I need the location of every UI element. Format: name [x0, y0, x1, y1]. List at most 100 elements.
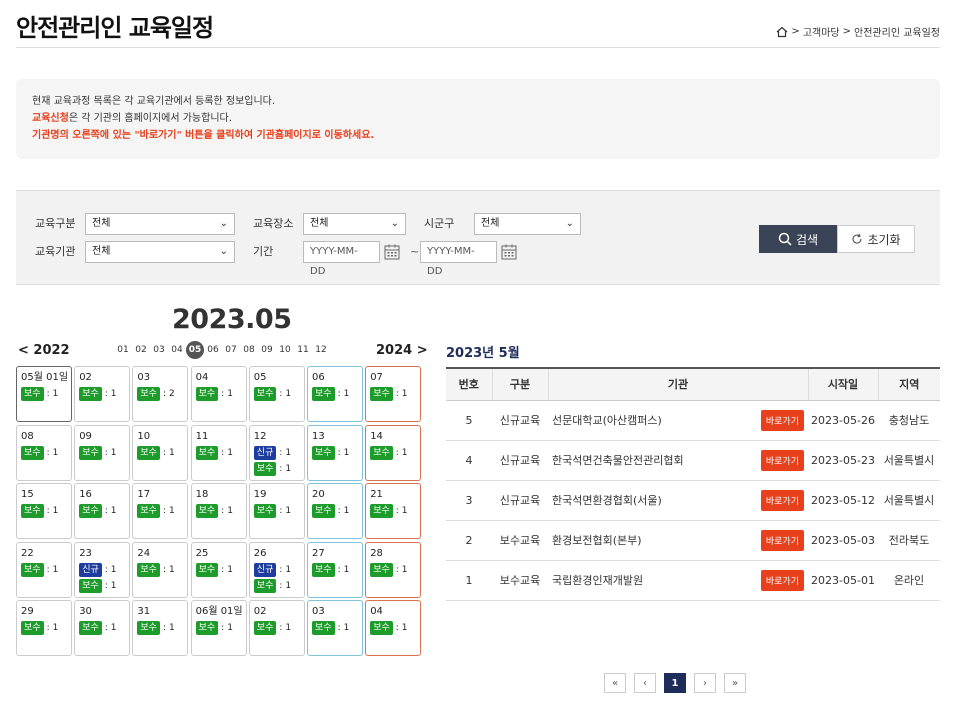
calendar-day[interactable]: 06 보수:1	[307, 366, 363, 422]
event-count[interactable]: 보수:1	[370, 621, 416, 636]
go-button[interactable]: 바로가기	[760, 449, 804, 471]
month-08[interactable]: 08	[240, 341, 258, 359]
calendar-day[interactable]: 25 보수:1	[190, 541, 247, 598]
event-count[interactable]: 신규:1	[253, 445, 300, 460]
event-count[interactable]: 보수:1	[79, 504, 125, 519]
month-09[interactable]: 09	[258, 341, 276, 359]
month-06[interactable]: 06	[204, 341, 222, 359]
event-count[interactable]: 보수:1	[195, 562, 242, 577]
event-count[interactable]: 보수:1	[312, 621, 358, 636]
category-select[interactable]: 전체 ⌄	[85, 213, 235, 235]
calendar-day[interactable]: 27 보수:1	[307, 541, 363, 598]
search-button[interactable]: 검색	[759, 225, 837, 253]
event-count[interactable]: 보수:1	[312, 445, 358, 460]
calendar-day[interactable]: 11 보수:1	[190, 424, 247, 481]
event-count[interactable]: 보수:1	[312, 387, 358, 401]
event-count[interactable]: 보수:1	[312, 562, 358, 577]
calendar-day[interactable]: 28 보수:1	[365, 541, 422, 598]
calendar-day[interactable]: 30 보수:1	[74, 600, 131, 657]
event-count[interactable]: 보수:1	[79, 445, 125, 460]
last-page-button[interactable]: »	[724, 673, 746, 693]
prev-page-button[interactable]: ‹	[634, 673, 656, 693]
end-date-input[interactable]: YYYY-MM-DD	[420, 241, 497, 277]
calendar-day[interactable]: 29 보수:1	[16, 600, 72, 657]
event-count[interactable]: 보수:1	[253, 621, 300, 636]
month-04[interactable]: 04	[168, 341, 186, 359]
event-count[interactable]: 보수:1	[21, 621, 67, 636]
event-count[interactable]: 보수:1	[195, 387, 242, 401]
event-count[interactable]: 보수:1	[253, 504, 300, 519]
event-count[interactable]: 보수:2	[137, 387, 183, 401]
event-count[interactable]: 보수:1	[137, 562, 183, 577]
calendar-day[interactable]: 15 보수:1	[16, 483, 72, 540]
calendar-day[interactable]: 22 보수:1	[16, 541, 72, 598]
event-count[interactable]: 신규:1	[79, 562, 125, 577]
start-date-input[interactable]: YYYY-MM-DD	[303, 241, 380, 277]
calendar-day[interactable]: 03 보수:1	[307, 600, 363, 657]
org-select[interactable]: 전체 ⌄	[85, 241, 235, 263]
event-count[interactable]: 보수:1	[21, 562, 67, 577]
month-02[interactable]: 02	[132, 341, 150, 359]
event-count[interactable]: 보수:1	[195, 504, 242, 519]
calendar-day[interactable]: 05 보수:1	[248, 366, 305, 422]
month-05[interactable]: 05	[186, 341, 204, 359]
calendar-day[interactable]: 06월 01일 보수:1	[190, 600, 247, 657]
event-count[interactable]: 보수:1	[137, 445, 183, 460]
calendar-day[interactable]: 12 신규:1 보수:1	[248, 424, 305, 481]
event-count[interactable]: 보수:1	[253, 461, 300, 476]
page-1-button[interactable]: 1	[664, 673, 686, 693]
district-select[interactable]: 전체 ⌄	[474, 213, 581, 235]
prev-year-button[interactable]: < 2022	[18, 343, 70, 358]
event-count[interactable]: 보수:1	[79, 387, 125, 401]
month-10[interactable]: 10	[276, 341, 294, 359]
next-year-button[interactable]: 2024 >	[376, 343, 428, 358]
reset-button[interactable]: 초기화	[837, 225, 915, 253]
go-button[interactable]: 바로가기	[760, 569, 804, 591]
next-page-button[interactable]: ›	[694, 673, 716, 693]
event-count[interactable]: 보수:1	[21, 504, 67, 519]
calendar-day[interactable]: 13 보수:1	[307, 424, 363, 481]
breadcrumb-item-customer[interactable]: 고객마당	[803, 24, 840, 39]
event-count[interactable]: 보수:1	[79, 578, 125, 593]
breadcrumb-item-current[interactable]: 안전관리인 교육일정	[854, 24, 940, 39]
event-count[interactable]: 보수:1	[195, 621, 242, 636]
go-button[interactable]: 바로가기	[760, 529, 804, 551]
calendar-day[interactable]: 05월 01일 보수:1	[16, 366, 72, 422]
calendar-day[interactable]: 08 보수:1	[16, 424, 72, 481]
calendar-day[interactable]: 16 보수:1	[74, 483, 131, 540]
event-count[interactable]: 보수:1	[370, 562, 416, 577]
calendar-day[interactable]: 19 보수:1	[248, 483, 305, 540]
event-count[interactable]: 보수:1	[21, 445, 67, 460]
event-count[interactable]: 보수:1	[370, 504, 416, 519]
month-01[interactable]: 01	[114, 341, 132, 359]
calendar-day[interactable]: 09 보수:1	[74, 424, 131, 481]
calendar-day[interactable]: 26 신규:1 보수:1	[248, 541, 305, 598]
first-page-button[interactable]: «	[604, 673, 626, 693]
event-count[interactable]: 보수:1	[137, 621, 183, 636]
month-12[interactable]: 12	[312, 341, 330, 359]
go-button[interactable]: 바로가기	[760, 489, 804, 511]
event-count[interactable]: 보수:1	[370, 445, 416, 460]
calendar-icon[interactable]	[500, 243, 518, 261]
month-03[interactable]: 03	[150, 341, 168, 359]
calendar-day[interactable]: 23 신규:1 보수:1	[74, 541, 131, 598]
calendar-day[interactable]: 04 보수:1	[190, 366, 247, 422]
home-icon[interactable]	[776, 26, 788, 38]
event-count[interactable]: 보수:1	[79, 621, 125, 636]
place-select[interactable]: 전체 ⌄	[303, 213, 406, 235]
calendar-day[interactable]: 24 보수:1	[132, 541, 189, 598]
calendar-icon[interactable]	[383, 243, 401, 261]
calendar-day[interactable]: 07 보수:1	[365, 366, 422, 422]
event-count[interactable]: 보수:1	[137, 504, 183, 519]
event-count[interactable]: 보수:1	[21, 387, 67, 401]
calendar-day[interactable]: 17 보수:1	[132, 483, 189, 540]
calendar-day[interactable]: 04 보수:1	[365, 600, 422, 657]
month-11[interactable]: 11	[294, 341, 312, 359]
calendar-day[interactable]: 02 보수:1	[74, 366, 131, 422]
event-count[interactable]: 신규:1	[253, 562, 300, 577]
calendar-day[interactable]: 31 보수:1	[132, 600, 189, 657]
calendar-day[interactable]: 02 보수:1	[248, 600, 305, 657]
calendar-day[interactable]: 14 보수:1	[365, 424, 422, 481]
calendar-day[interactable]: 21 보수:1	[365, 483, 422, 540]
event-count[interactable]: 보수:1	[253, 387, 300, 401]
